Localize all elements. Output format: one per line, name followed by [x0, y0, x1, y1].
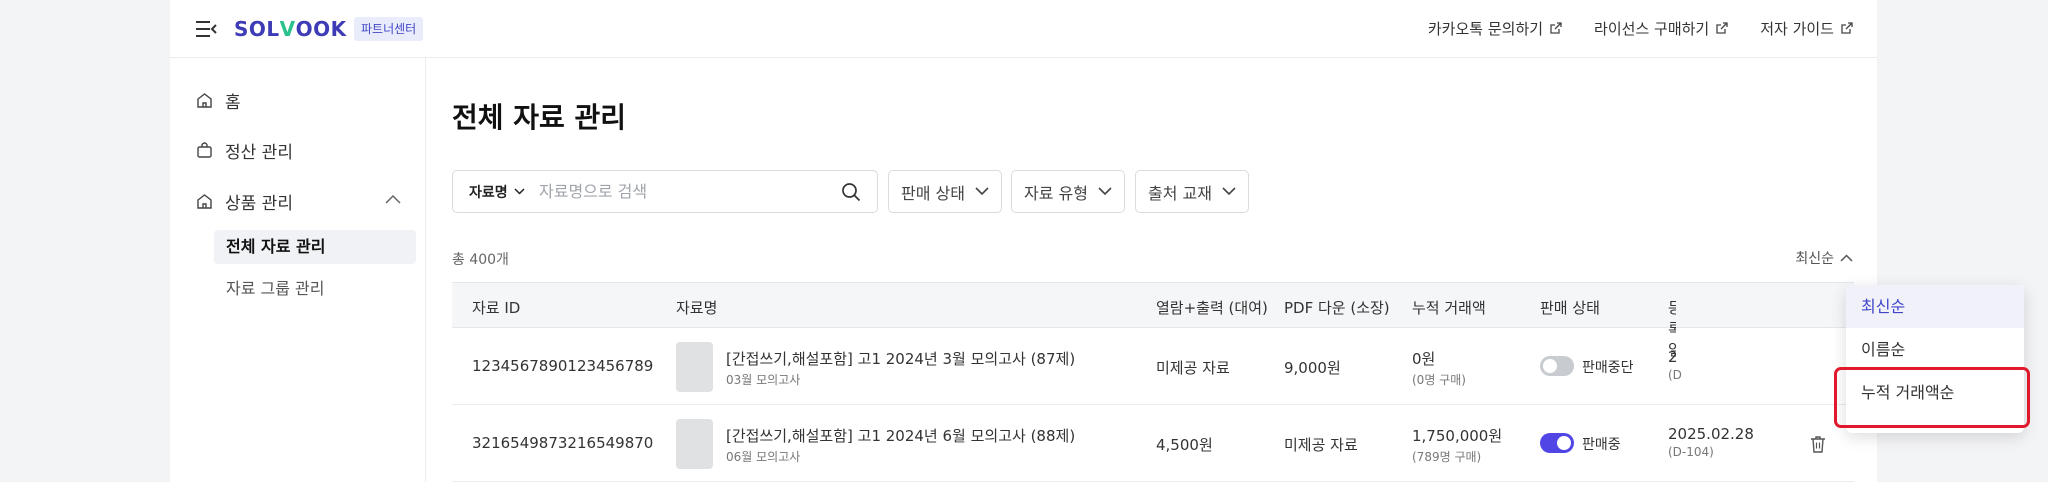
registered-date: 2 [1668, 348, 1678, 366]
rental-price: 미제공 자료 [1156, 359, 1230, 377]
app-frame: SOL V OOK 파트너센터 카카오톡 문의하기 라이선스 구매하기 저자 가이드… [170, 0, 2030, 482]
sales-status-toggle[interactable] [1540, 433, 1574, 453]
material-title-cell: [간접쓰기,해설포함] 고1 2024년 6월 모의고사 (88제) 06월 모… [726, 425, 1075, 465]
search-input[interactable] [539, 182, 829, 201]
buyer-count: (789명 구매) [1412, 450, 1482, 464]
column-header-download[interactable]: PDF 다운 (소장) [1284, 297, 1390, 318]
sales-status-toggle[interactable] [1540, 356, 1574, 376]
amount-cell: 0원 (0명 구매) [1412, 348, 1466, 388]
material-subtitle: 06월 모의고사 [726, 450, 801, 464]
material-thumbnail [676, 342, 713, 392]
material-title-cell: [간접쓰기,해설포함] 고1 2024년 3월 모의고사 (87제) 03월 모… [726, 348, 1075, 388]
external-link-icon [1550, 22, 1562, 34]
material-subtitle: 03월 모의고사 [726, 373, 801, 387]
page-title: 전체 자료 관리 [452, 101, 627, 134]
sales-status-label: 판매중단 [1582, 360, 1634, 376]
column-header-rental[interactable]: 열람+출력 (대여) [1156, 297, 1268, 318]
download-price: 미제공 자료 [1284, 436, 1358, 454]
chevron-down-icon [514, 188, 525, 195]
filter-material-type[interactable]: 자료 유형 [1011, 170, 1125, 213]
sort-option-name[interactable]: 이름순 [1846, 328, 2024, 371]
material-title[interactable]: [간접쓰기,해설포함] 고1 2024년 6월 모의고사 (88제) [726, 425, 1075, 446]
sidebar-item-home[interactable]: 홈 [196, 88, 241, 113]
bag-icon [197, 142, 212, 158]
solvook-logo[interactable]: SOL V OOK [234, 17, 347, 41]
column-header-id[interactable]: 자료 ID [472, 297, 520, 318]
kakaotalk-inquiry-link[interactable]: 카카오톡 문의하기 [1428, 18, 1562, 39]
chevron-up-icon[interactable] [384, 193, 402, 205]
chevron-down-icon [1098, 187, 1112, 196]
chevron-up-icon [1840, 254, 1853, 262]
sort-option-latest[interactable]: 최신순 [1846, 285, 2024, 328]
sidebar-subitem-material-groups[interactable]: 자료 그룹 관리 [214, 272, 416, 306]
table-header-row: 자료 ID 자료명 열람+출력 (대여) PDF 다운 (소장) 누적 거래액 … [452, 282, 1854, 359]
sidebar-item-settlement[interactable]: 정산 관리 [196, 138, 293, 163]
top-links: 카카오톡 문의하기 라이선스 구매하기 저자 가이드 [1428, 18, 1853, 39]
registered-date: 2025.02.28 [1668, 425, 1754, 443]
search-field-select[interactable]: 자료명 [453, 182, 539, 202]
search-icon[interactable] [841, 182, 861, 202]
license-purchase-link[interactable]: 라이선스 구매하기 [1594, 18, 1728, 39]
table-row[interactable]: 3216549873216549870 [간접쓰기,해설포함] 고1 2024년… [452, 405, 1854, 482]
d-day: (D-104) [1668, 445, 1714, 459]
materials-table: 자료 ID 자료명 열람+출력 (대여) PDF 다운 (소장) 누적 거래액 … [452, 282, 1854, 482]
external-link-icon [1841, 22, 1853, 34]
sidebar-subitem-all-materials[interactable]: 전체 자료 관리 [214, 230, 416, 264]
partner-center-badge: 파트너센터 [354, 17, 424, 41]
sidebar: 홈 정산 관리 상품 관리 전체 자료 관리 자료 그룹 관리 [170, 58, 426, 482]
chevron-down-icon [1222, 187, 1236, 196]
filter-source-textbook[interactable]: 출처 교재 [1135, 170, 1249, 213]
chevron-down-icon [975, 187, 989, 196]
sort-toggle[interactable]: 최신순 [1795, 248, 1853, 268]
home-icon [197, 93, 212, 108]
trash-icon[interactable] [1810, 435, 1826, 453]
d-day: (D [1668, 368, 1682, 382]
table-row[interactable]: 1234567890123456789 [간접쓰기,해설포함] 고1 2024년… [452, 328, 1854, 405]
cumulative-amount: 0원 [1412, 350, 1436, 368]
column-header-title[interactable]: 자료명 [676, 297, 717, 318]
amount-cell: 1,750,000원 (789명 구매) [1412, 425, 1502, 465]
column-header-amount[interactable]: 누적 거래액 [1412, 297, 1486, 318]
sort-option-cumulative-amount[interactable]: 누적 거래액순 [1846, 371, 2024, 414]
date-cell: 2 (D [1668, 348, 1682, 382]
search-group: 자료명 [452, 170, 878, 213]
menu-collapse-icon[interactable] [194, 18, 218, 40]
sort-dropdown-menu: 최신순 이름순 누적 거래액순 [1846, 285, 2024, 433]
buyer-count: (0명 구매) [1412, 373, 1466, 387]
author-guide-link[interactable]: 저자 가이드 [1760, 18, 1853, 39]
download-price: 9,000원 [1284, 359, 1341, 377]
column-header-status[interactable]: 판매 상태 [1540, 297, 1600, 318]
material-title[interactable]: [간접쓰기,해설포함] 고1 2024년 3월 모의고사 (87제) [726, 348, 1075, 369]
filter-sales-status[interactable]: 판매 상태 [888, 170, 1002, 213]
material-id: 3216549873216549870 [472, 434, 654, 452]
total-count: 총 400개 [452, 252, 509, 268]
top-header: SOL V OOK 파트너센터 카카오톡 문의하기 라이선스 구매하기 저자 가이드 [170, 0, 1877, 58]
external-link-icon [1716, 22, 1728, 34]
rental-price: 4,500원 [1156, 436, 1213, 454]
cumulative-amount: 1,750,000원 [1412, 427, 1503, 445]
sidebar-item-products[interactable]: 상품 관리 [196, 189, 293, 214]
date-cell: 2025.02.28 (D-104) [1668, 425, 1754, 459]
material-id: 1234567890123456789 [472, 357, 654, 375]
material-thumbnail [676, 419, 713, 469]
sales-status-label: 판매중 [1582, 437, 1621, 453]
product-icon [197, 194, 212, 209]
